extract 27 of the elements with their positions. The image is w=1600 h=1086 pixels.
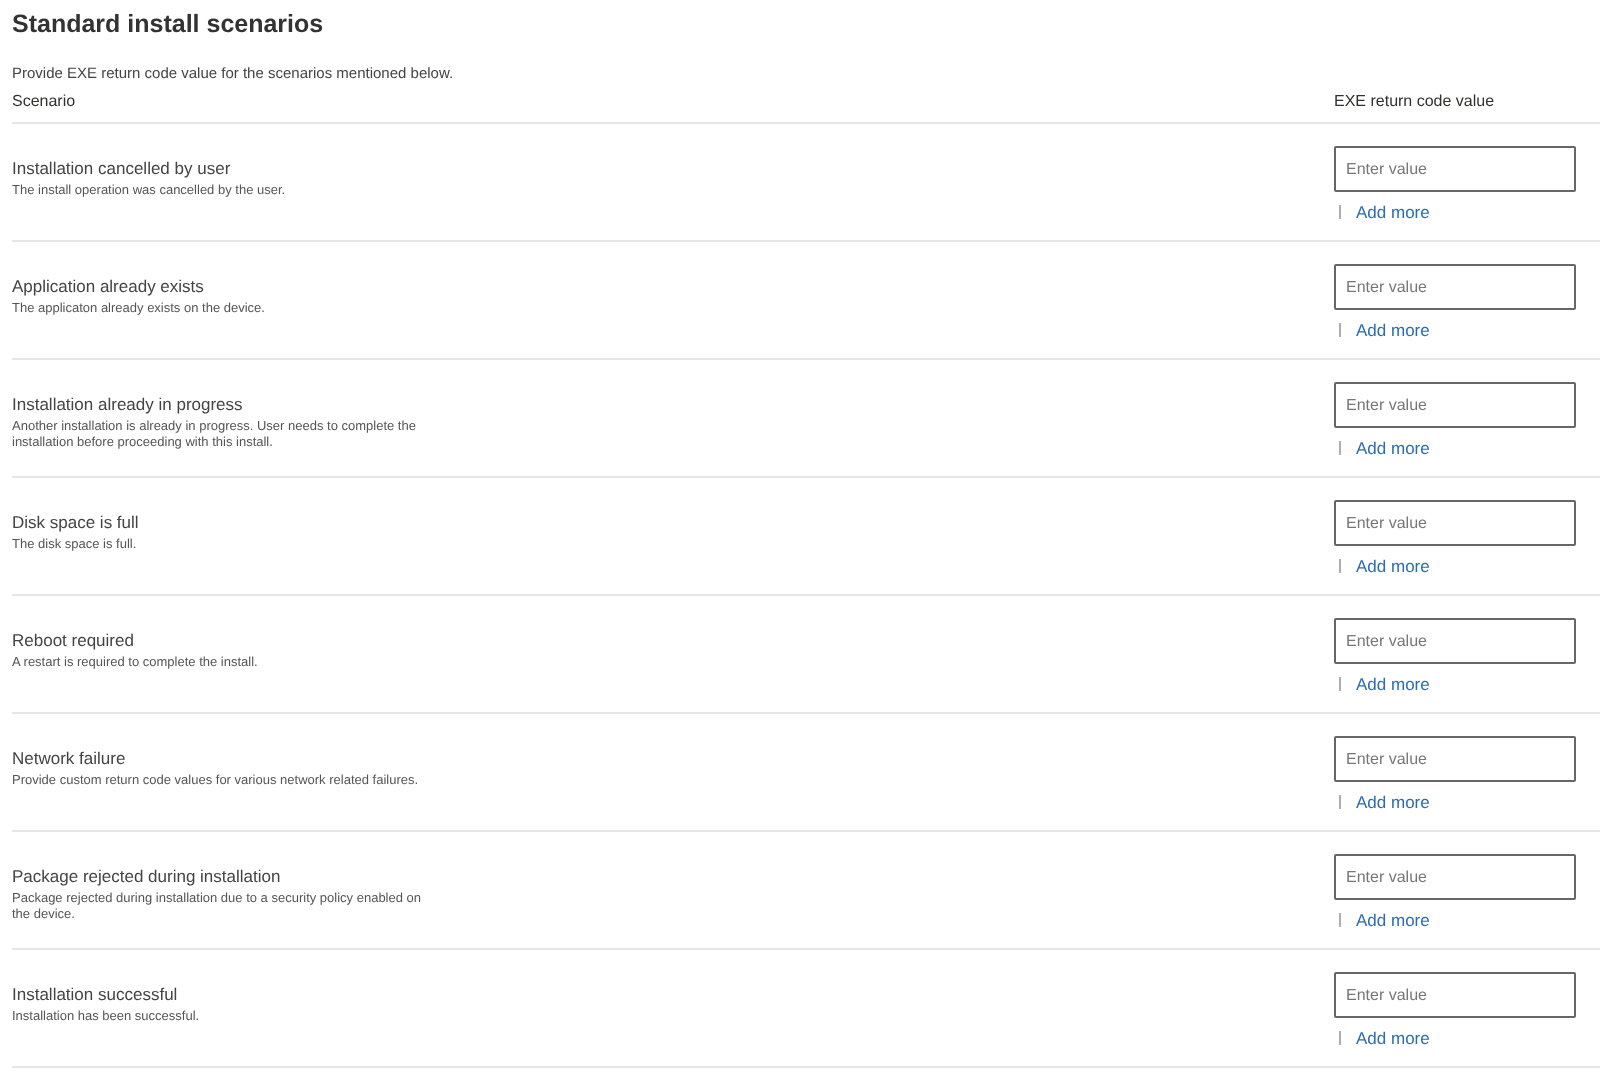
add-more-link[interactable]: Add more [1356,910,1430,930]
return-code-input[interactable]: Enter value [1334,382,1576,428]
return-code-input[interactable]: Enter value [1334,736,1576,782]
return-code-input[interactable]: Enter value [1334,972,1576,1018]
scenario-name: Network failure [12,748,128,768]
scenario-name: Package rejected during installation [12,866,283,886]
scenario-name: Reboot required [12,630,136,650]
add-more-link[interactable]: Add more [1356,438,1430,458]
return-code-input[interactable]: Enter value [1334,854,1576,900]
section-title: Standard install scenarios [12,8,326,42]
return-code-input[interactable]: Enter value [1334,500,1576,546]
column-header: EXE return code value [1334,92,1495,110]
return-code-input[interactable]: Enter value [1334,618,1576,664]
scenario-name: Installation cancelled by user [12,158,233,178]
add-more-link[interactable]: Add more [1356,674,1430,694]
column-header: Scenario [12,92,78,110]
scenario-name: Disk space is full [12,512,141,532]
return-code-input[interactable]: Enter value [1334,264,1576,310]
add-more-link[interactable]: Add more [1356,1028,1430,1048]
scenario-name: Application already exists [12,276,206,296]
return-code-input[interactable]: Enter value [1334,146,1576,192]
add-more-link[interactable]: Add more [1356,556,1430,576]
add-more-link[interactable]: Add more [1356,320,1430,340]
scenario-name: Installation successful [12,984,180,1004]
add-more-link[interactable]: Add more [1356,202,1430,222]
add-more-link[interactable]: Add more [1356,792,1430,812]
scenario-name: Installation already in progress [12,394,245,414]
